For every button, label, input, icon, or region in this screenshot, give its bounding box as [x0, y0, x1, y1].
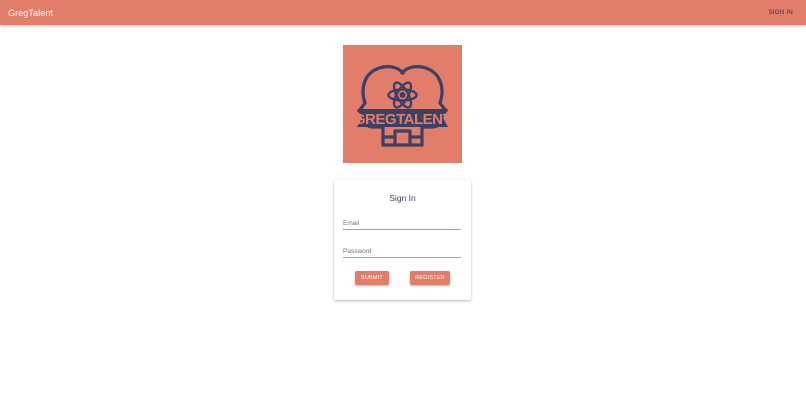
register-button[interactable]: REGISTER [410, 271, 450, 285]
app-bar: GregTalent SIGN IN [0, 0, 806, 25]
sign-in-nav-button[interactable]: SIGN IN [763, 6, 806, 20]
card-title: Sign In [389, 193, 416, 203]
brain-heads-logo-icon: GREGTALENT [354, 65, 452, 147]
password-field[interactable] [343, 246, 461, 258]
brand-title: GregTalent [8, 7, 54, 18]
email-field[interactable] [343, 218, 461, 230]
logo-wordmark: GREGTALENT [354, 111, 452, 128]
submit-button[interactable]: SUBMIT [355, 271, 389, 285]
gregtalent-logo: GREGTALENT [343, 45, 462, 163]
